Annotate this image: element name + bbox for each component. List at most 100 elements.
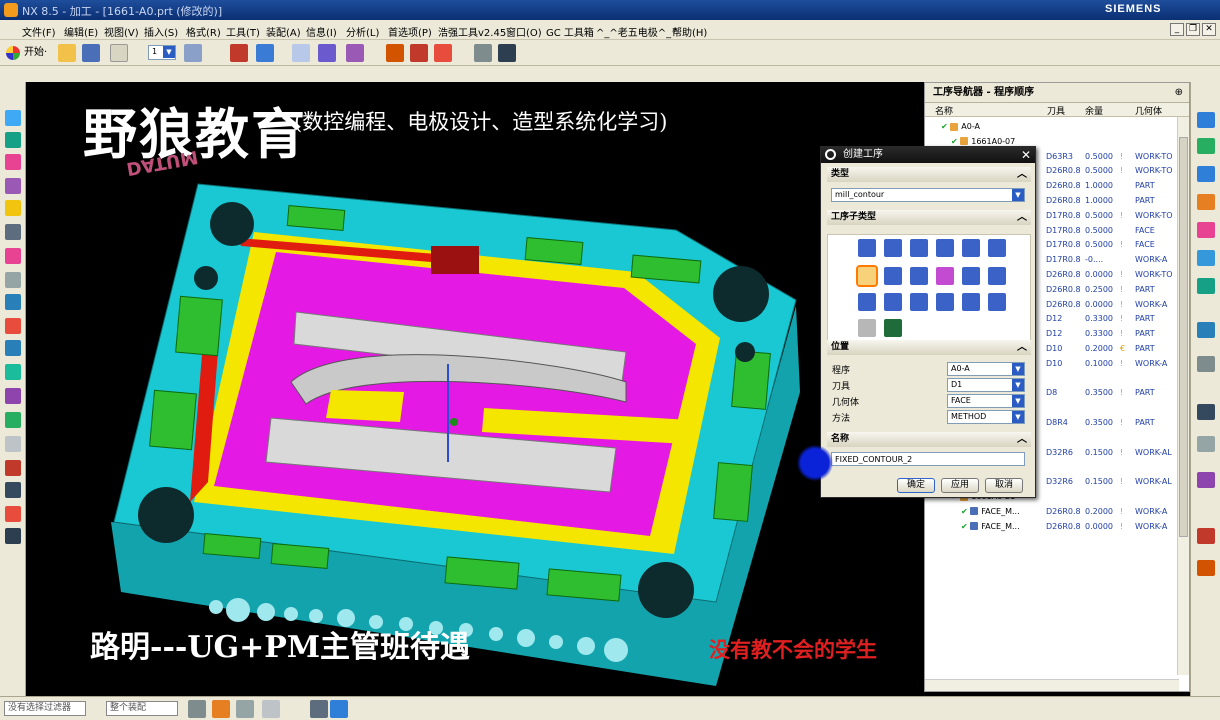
info-icon[interactable] [5,340,21,356]
minimize-icon[interactable]: _ [1170,23,1184,36]
curve-icon[interactable] [5,272,21,288]
surface-icon[interactable] [5,248,21,264]
solid-profile-3d-icon[interactable] [962,293,980,311]
layer-settings-icon[interactable] [184,44,202,62]
menu-help[interactable]: 帮助(H) [672,24,707,39]
point-icon[interactable] [318,44,336,62]
menu-gc-toolbox[interactable]: GC 工具箱 [546,24,594,39]
cube-icon[interactable] [5,110,21,126]
menu-haoqiang-tools[interactable]: 浩强工具v2.45 [438,24,506,39]
column-geometry[interactable]: 几何体 [1135,104,1162,117]
cavity-mill-icon[interactable] [858,239,876,257]
clock-icon[interactable] [1197,404,1215,420]
close-icon[interactable]: ✕ [1202,23,1216,36]
menu-analysis[interactable]: 分析(L) [346,24,379,39]
training-icon[interactable] [1197,528,1215,544]
profile-3d-icon[interactable] [988,293,1006,311]
sketch-icon[interactable] [5,224,21,240]
contour-text-icon[interactable] [858,319,876,337]
wcs-icon[interactable] [256,44,274,62]
palette-icon[interactable] [1197,356,1215,372]
undo-icon[interactable] [110,44,128,62]
rest-mill-icon[interactable] [936,239,954,257]
subtype-section-header[interactable]: 工序子类型 ︿ [827,210,1031,225]
point-snap-icon[interactable] [212,700,230,718]
display-part-icon[interactable] [230,44,248,62]
open-folder-icon[interactable] [58,44,76,62]
streamline-icon[interactable] [936,267,954,285]
navigator-row[interactable]: ✔ FACE_M... D26R0.8 0.2000! WORK-A [925,504,1175,519]
arrow-icon[interactable] [236,700,254,718]
assembly-icon[interactable] [1197,560,1215,576]
mcd-icon[interactable] [5,528,21,544]
save-icon[interactable] [82,44,100,62]
system-scene-icon[interactable] [1197,472,1215,488]
cancel-button[interactable]: 取消 [985,478,1023,493]
flowcut-ref-tool-icon[interactable] [910,293,928,311]
start-button[interactable]: 开始· [6,44,47,62]
transparency-icon[interactable] [292,44,310,62]
contour-surface-area-icon[interactable] [910,267,928,285]
menu-file[interactable]: 文件(F) [22,24,56,39]
render-icon[interactable] [310,700,328,718]
flowcut-single-icon[interactable] [858,293,876,311]
internet-icon[interactable] [1197,322,1215,338]
flowcut-multiple-icon[interactable] [884,293,902,311]
color-icon[interactable] [346,44,364,62]
navigator-icon[interactable] [1197,112,1215,128]
mill-user-icon[interactable] [884,319,902,337]
type-select[interactable]: mill_contour ▼ [831,188,1025,202]
zoom-icon[interactable] [498,44,516,62]
method-select[interactable]: METHOD ▼ [947,410,1025,424]
cube-view-icon[interactable] [330,700,348,718]
web-icon[interactable] [1197,250,1215,266]
menu-tools[interactable]: 工具(T) [226,24,260,39]
pin-icon[interactable]: ⊕ [1175,83,1183,103]
zlevel-profile-icon[interactable] [962,239,980,257]
blank-icon[interactable] [410,44,428,62]
blend-icon[interactable] [5,364,21,380]
menu-format[interactable]: 格式(R) [186,24,221,39]
geometry-select[interactable]: FACE ▼ [947,394,1025,408]
hole-icon[interactable] [5,200,21,216]
machine-tool-icon[interactable] [1197,138,1215,154]
reuse-library-icon[interactable] [1197,194,1215,210]
menu-assembly[interactable]: 装配(A) [266,24,301,39]
chamfer-icon[interactable] [5,388,21,404]
plunge-mill-icon[interactable] [884,239,902,257]
close-icon[interactable]: ✕ [1021,147,1031,163]
menu-window[interactable]: 窗口(O) [506,24,542,39]
layer-select[interactable]: 1 ▼ [148,45,176,60]
scroll-thumb[interactable] [1179,137,1188,537]
name-section-header[interactable]: 名称 ︿ [827,432,1031,447]
menu-information[interactable]: 信息(I) [306,24,337,39]
mold-icon[interactable] [5,460,21,476]
column-tool[interactable]: 刀具 [1047,104,1065,117]
mesh-icon[interactable] [5,294,21,310]
role-icon[interactable] [1197,436,1215,452]
selection-filter-select[interactable]: 没有选择过滤器 [4,701,86,716]
part-icon[interactable] [5,132,21,148]
menu-view[interactable]: 视图(V) [104,24,139,39]
type-section-header[interactable]: 类型 ︿ [827,167,1031,182]
navigator-row[interactable]: ✔ A0-A [925,119,1175,134]
flowcut-smooth-icon[interactable] [936,293,954,311]
hd3d-icon[interactable] [1197,222,1215,238]
offset-icon[interactable] [5,436,21,452]
contour-area-icon[interactable] [884,267,902,285]
grid-icon[interactable] [474,44,492,62]
graphics-window[interactable]: 野狼教育 (数控编程、电极设计、造型系统化学习) DATUM 路明---UG+P… [26,82,920,696]
fixed-contour-icon[interactable] [856,265,878,287]
mirror-icon[interactable] [5,412,21,428]
menu-edit[interactable]: 编辑(E) [64,24,98,39]
column-name[interactable]: 名称 [935,104,953,117]
navigator-scrollbar[interactable] [1177,117,1189,675]
tool-select[interactable]: D1 ▼ [947,378,1025,392]
measure-icon[interactable] [5,506,21,522]
menu-insert[interactable]: 插入(S) [144,24,178,39]
history-icon[interactable] [1197,278,1215,294]
unblank-icon[interactable] [434,44,452,62]
operation-name-input[interactable] [831,452,1025,466]
extrude-icon[interactable] [5,178,21,194]
restore-icon[interactable]: ❐ [1186,23,1200,36]
